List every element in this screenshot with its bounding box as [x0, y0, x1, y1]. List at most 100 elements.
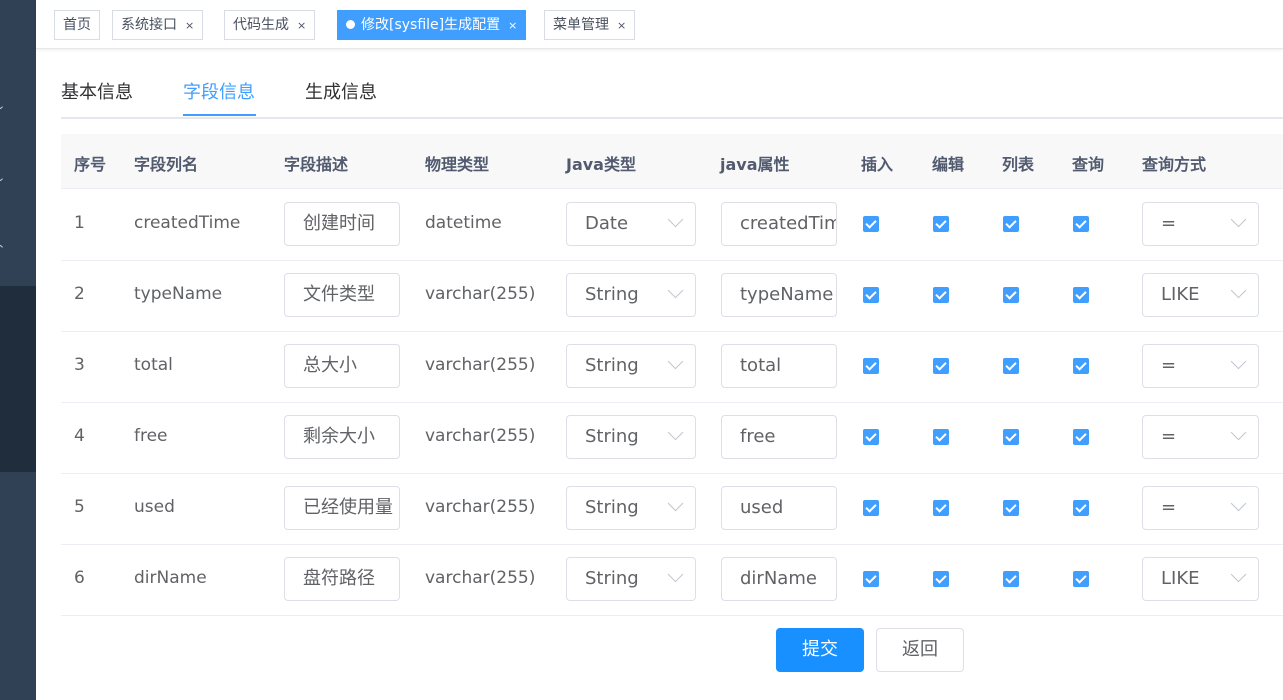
- edit-checkbox[interactable]: [933, 429, 949, 445]
- desc-input[interactable]: 盘符路径: [284, 557, 400, 601]
- insert-checkbox[interactable]: [863, 358, 879, 374]
- row-column-name: total: [134, 355, 173, 375]
- row-index: 2: [74, 284, 85, 304]
- query-type-select[interactable]: =: [1142, 344, 1259, 388]
- row-index: 3: [74, 355, 85, 375]
- java-field-input[interactable]: total: [721, 344, 837, 388]
- desc-input[interactable]: 总大小: [284, 344, 400, 388]
- chevron-down-icon: [1230, 282, 1247, 299]
- row-phys-type: varchar(255): [425, 355, 536, 375]
- list-checkbox[interactable]: [1003, 358, 1019, 374]
- insert-checkbox[interactable]: [863, 287, 879, 303]
- list-checkbox[interactable]: [1003, 500, 1019, 516]
- query-checkbox[interactable]: [1073, 429, 1089, 445]
- list-checkbox[interactable]: [1003, 216, 1019, 232]
- query-type-select[interactable]: =: [1142, 202, 1259, 246]
- table-header: 序号 字段列名 字段描述 物理类型 Java类型 java属性 插入 编辑 列表…: [61, 134, 1283, 189]
- java-field-input[interactable]: free: [721, 415, 837, 459]
- col-index: 序号: [74, 155, 107, 174]
- close-icon[interactable]: ×: [185, 19, 194, 32]
- col-query-type: 查询方式: [1142, 155, 1207, 174]
- chevron-down-icon[interactable]: ⌄: [0, 172, 8, 184]
- tag-system-api[interactable]: 系统接口 ×: [112, 10, 204, 40]
- java-field-input[interactable]: used: [721, 486, 837, 530]
- query-type-select[interactable]: LIKE: [1142, 273, 1259, 317]
- chevron-down-icon: [667, 424, 684, 441]
- insert-checkbox[interactable]: [863, 571, 879, 587]
- chevron-down-icon: [667, 566, 684, 583]
- close-icon[interactable]: ×: [617, 19, 626, 32]
- edit-checkbox[interactable]: [933, 500, 949, 516]
- query-checkbox[interactable]: [1073, 216, 1089, 232]
- list-checkbox[interactable]: [1003, 429, 1019, 445]
- row-column-name: dirName: [134, 568, 207, 588]
- tag-home[interactable]: 首页: [54, 10, 100, 40]
- col-java-field: java属性: [720, 155, 790, 174]
- tag-code-gen[interactable]: 代码生成 ×: [224, 10, 316, 40]
- java-type-select[interactable]: String: [566, 415, 696, 459]
- edit-checkbox[interactable]: [933, 358, 949, 374]
- subtabs: 基本信息 字段信息 生成信息: [61, 72, 1283, 119]
- col-column-name: 字段列名: [134, 155, 199, 174]
- java-field-input[interactable]: typeName: [721, 273, 837, 317]
- query-checkbox[interactable]: [1073, 287, 1089, 303]
- desc-input[interactable]: 创建时间: [284, 202, 400, 246]
- chevron-down-icon: [667, 211, 684, 228]
- chevron-down-icon: [1230, 353, 1247, 370]
- edit-checkbox[interactable]: [933, 571, 949, 587]
- query-type-select[interactable]: =: [1142, 415, 1259, 459]
- col-edit: 编辑: [932, 155, 965, 174]
- tag-menu-manage[interactable]: 菜单管理 ×: [544, 10, 636, 40]
- table-row: 6 dirName 盘符路径 varchar(255) String dirNa…: [61, 544, 1283, 616]
- java-field-input[interactable]: dirName: [721, 557, 837, 601]
- query-checkbox[interactable]: [1073, 571, 1089, 587]
- query-type-select[interactable]: =: [1142, 486, 1259, 530]
- desc-input[interactable]: 文件类型: [284, 273, 400, 317]
- row-phys-type: varchar(255): [425, 568, 536, 588]
- java-type-select[interactable]: String: [566, 273, 696, 317]
- tab-basic-info[interactable]: 基本信息: [61, 78, 133, 104]
- query-checkbox[interactable]: [1073, 358, 1089, 374]
- chevron-down-icon[interactable]: ⌄: [0, 100, 8, 112]
- sidebar: ⌄ ⌄ ⌃: [0, 0, 36, 700]
- desc-input[interactable]: 剩余大小: [284, 415, 400, 459]
- chevron-up-icon[interactable]: ⌃: [0, 244, 8, 256]
- row-index: 1: [74, 213, 85, 233]
- java-field-input[interactable]: createdTime: [721, 202, 837, 246]
- desc-input[interactable]: 已经使用量: [284, 486, 400, 530]
- java-type-select[interactable]: Date: [566, 202, 696, 246]
- java-type-select[interactable]: String: [566, 557, 696, 601]
- chevron-down-icon: [667, 353, 684, 370]
- insert-checkbox[interactable]: [863, 429, 879, 445]
- row-column-name: createdTime: [134, 213, 241, 233]
- edit-checkbox[interactable]: [933, 287, 949, 303]
- table-row: 5 used 已经使用量 varchar(255) String used =: [61, 473, 1283, 545]
- close-icon[interactable]: ×: [297, 19, 306, 32]
- col-desc: 字段描述: [284, 155, 349, 174]
- row-phys-type: varchar(255): [425, 497, 536, 517]
- query-type-select[interactable]: LIKE: [1142, 557, 1259, 601]
- list-checkbox[interactable]: [1003, 571, 1019, 587]
- submit-button[interactable]: 提交: [776, 628, 864, 672]
- chevron-down-icon: [1230, 495, 1247, 512]
- sidebar-active-submenu[interactable]: [0, 286, 36, 472]
- tab-field-info[interactable]: 字段信息: [183, 78, 255, 104]
- chevron-down-icon: [1230, 211, 1247, 228]
- close-icon[interactable]: ×: [508, 19, 517, 32]
- tab-active-bar: [183, 114, 256, 116]
- row-phys-type: varchar(255): [425, 426, 536, 446]
- java-type-select[interactable]: String: [566, 486, 696, 530]
- insert-checkbox[interactable]: [863, 216, 879, 232]
- tag-edit-sysfile[interactable]: 修改[sysfile]生成配置 ×: [337, 10, 527, 40]
- query-checkbox[interactable]: [1073, 500, 1089, 516]
- row-index: 6: [74, 568, 85, 588]
- row-index: 5: [74, 497, 85, 517]
- chevron-down-icon: [667, 495, 684, 512]
- back-button[interactable]: 返回: [876, 628, 964, 672]
- insert-checkbox[interactable]: [863, 500, 879, 516]
- list-checkbox[interactable]: [1003, 287, 1019, 303]
- tab-gen-info[interactable]: 生成信息: [305, 78, 377, 104]
- edit-checkbox[interactable]: [933, 216, 949, 232]
- row-phys-type: varchar(255): [425, 284, 536, 304]
- java-type-select[interactable]: String: [566, 344, 696, 388]
